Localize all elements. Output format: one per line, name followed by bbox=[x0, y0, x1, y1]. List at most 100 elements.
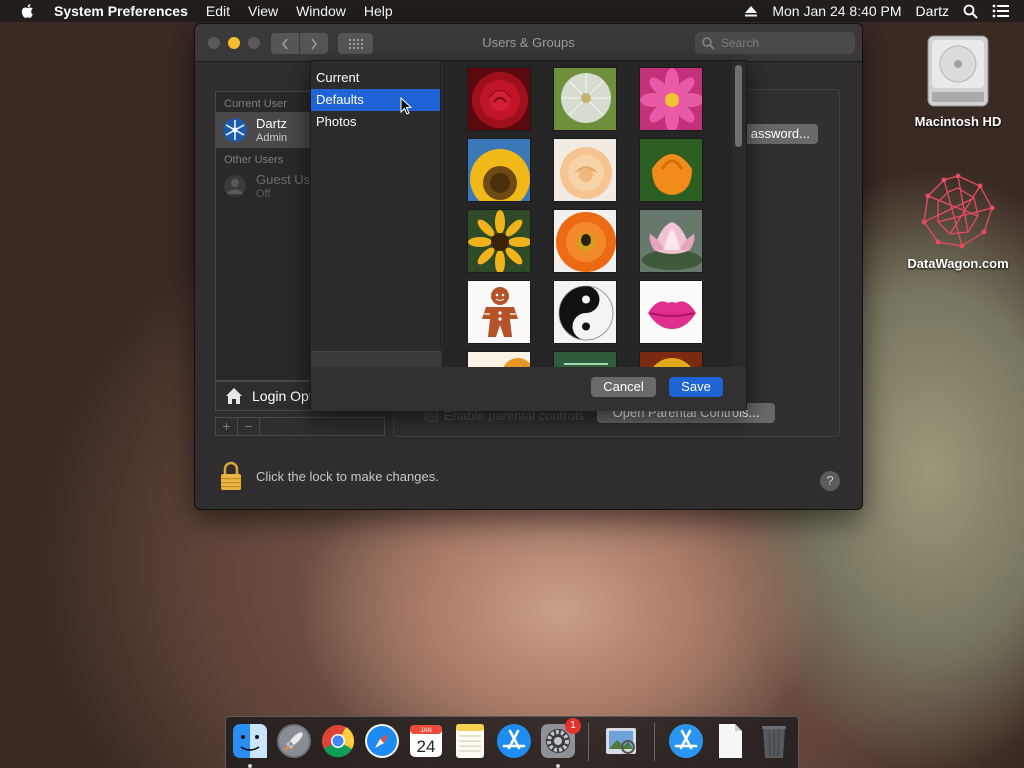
help-button[interactable]: ? bbox=[820, 471, 840, 491]
picture-orange-gerbera[interactable] bbox=[553, 209, 617, 273]
menu-bar: System Preferences Edit View Window Help… bbox=[0, 0, 1024, 22]
desktop-icon-label: DataWagon.com bbox=[907, 256, 1009, 271]
login-options-label: Login Opt bbox=[252, 388, 313, 404]
picture-pink-lotus[interactable] bbox=[639, 209, 703, 273]
launchpad-rocket-icon bbox=[277, 724, 311, 758]
desktop-icon-label: Macintosh HD bbox=[914, 114, 1002, 129]
preview-icon bbox=[606, 728, 636, 754]
user-menu[interactable]: Dartz bbox=[916, 3, 949, 19]
picture-red-rose[interactable] bbox=[467, 67, 531, 131]
dock-preview[interactable] bbox=[602, 722, 640, 760]
picture-partial-1[interactable] bbox=[467, 351, 531, 367]
datawagon-logo-icon bbox=[921, 173, 995, 249]
user-role: Admin bbox=[256, 132, 288, 144]
lock-message: Click the lock to make changes. bbox=[256, 468, 439, 484]
dock-app-store-folder[interactable] bbox=[667, 722, 705, 760]
picture-gingerbread-man[interactable] bbox=[467, 280, 531, 344]
picture-lips[interactable] bbox=[639, 280, 703, 344]
category-current[interactable]: Current bbox=[311, 67, 440, 89]
lock-icon[interactable] bbox=[219, 461, 243, 491]
dock-running-indicator bbox=[556, 764, 560, 768]
picture-partial-3[interactable] bbox=[639, 351, 703, 367]
menu-help[interactable]: Help bbox=[364, 3, 393, 19]
desktop-icon-macintosh-hd[interactable]: Macintosh HD bbox=[903, 32, 1013, 129]
other-users-header: Other Users bbox=[224, 154, 284, 166]
clock[interactable]: Mon Jan 24 8:40 PM bbox=[772, 3, 901, 19]
apple-logo-icon[interactable] bbox=[20, 3, 36, 19]
picker-footer: Cancel Save bbox=[311, 367, 746, 411]
user-name: Dartz bbox=[256, 116, 288, 131]
picture-sunflower[interactable] bbox=[467, 138, 531, 202]
picture-orange-poppy[interactable] bbox=[639, 138, 703, 202]
dock-notes[interactable] bbox=[451, 722, 489, 760]
picture-peach-rose[interactable] bbox=[553, 138, 617, 202]
current-user-header: Current User bbox=[224, 98, 287, 110]
search-field[interactable]: Search bbox=[695, 32, 855, 54]
dock-finder[interactable] bbox=[231, 722, 269, 760]
guest-name: Guest Us bbox=[256, 172, 311, 187]
document-icon bbox=[719, 724, 742, 758]
mouse-cursor-icon bbox=[400, 97, 412, 115]
add-user-button[interactable]: + bbox=[216, 418, 238, 435]
chrome-icon bbox=[322, 725, 355, 758]
safari-compass-icon bbox=[365, 724, 399, 758]
hard-drive-icon bbox=[927, 35, 989, 107]
category-photos[interactable]: Photos bbox=[311, 111, 440, 133]
search-icon bbox=[702, 37, 715, 50]
dock-launchpad[interactable] bbox=[275, 722, 313, 760]
title-bar[interactable]: Users & Groups Search bbox=[195, 24, 862, 62]
scrollbar-thumb[interactable] bbox=[735, 65, 742, 147]
guest-avatar-icon bbox=[224, 175, 246, 197]
picture-yin-yang[interactable] bbox=[553, 280, 617, 344]
menu-edit[interactable]: Edit bbox=[206, 3, 230, 19]
dock-app-store[interactable] bbox=[495, 722, 533, 760]
change-password-button[interactable]: assword... bbox=[735, 124, 818, 144]
app-store-icon bbox=[497, 724, 531, 758]
category-defaults[interactable]: Defaults bbox=[311, 89, 440, 111]
calendar-day: 24 bbox=[417, 737, 436, 756]
spotlight-search-icon[interactable] bbox=[963, 4, 978, 19]
category-list-footer bbox=[311, 351, 441, 367]
notification-center-icon[interactable] bbox=[992, 4, 1010, 18]
add-remove-bar: + − bbox=[215, 417, 385, 436]
picture-dandelion[interactable] bbox=[553, 67, 617, 131]
search-placeholder: Search bbox=[721, 36, 760, 50]
dock-separator bbox=[654, 723, 655, 761]
cancel-button[interactable]: Cancel bbox=[591, 377, 656, 397]
notes-icon bbox=[456, 724, 484, 758]
dock-trash[interactable] bbox=[755, 722, 793, 760]
remove-user-button[interactable]: − bbox=[238, 418, 260, 435]
menu-window[interactable]: Window bbox=[296, 3, 346, 19]
dock-calendar[interactable]: JAN 24 bbox=[407, 722, 445, 760]
finder-icon bbox=[233, 724, 267, 758]
lock-row: Click the lock to make changes. bbox=[219, 461, 439, 491]
dock: JAN 24 1 bbox=[225, 716, 799, 768]
guest-status: Off bbox=[256, 188, 271, 200]
save-button[interactable]: Save bbox=[669, 377, 723, 397]
category-list: Current Defaults Photos bbox=[311, 61, 441, 367]
menu-extras: Mon Jan 24 8:40 PM Dartz bbox=[744, 0, 1024, 22]
dock-system-preferences[interactable]: 1 bbox=[539, 718, 581, 760]
dock-running-indicator bbox=[248, 764, 252, 768]
trash-icon bbox=[762, 726, 786, 758]
calendar-month: JAN bbox=[420, 728, 431, 734]
desktop-icon-datawagon[interactable]: DataWagon.com bbox=[903, 172, 1013, 271]
menu-view[interactable]: View bbox=[248, 3, 278, 19]
dock-document[interactable] bbox=[711, 722, 749, 760]
picture-grid-scrollbar[interactable] bbox=[732, 61, 746, 367]
menu-app-name[interactable]: System Preferences bbox=[54, 3, 188, 19]
picture-grid bbox=[442, 61, 732, 367]
picture-partial-2[interactable] bbox=[553, 351, 617, 367]
picture-pink-dahlia[interactable] bbox=[639, 67, 703, 131]
picture-black-eyed-susan[interactable] bbox=[467, 209, 531, 273]
eject-icon[interactable] bbox=[744, 5, 758, 17]
app-store-icon bbox=[669, 724, 703, 758]
picture-picker-popover: Current Defaults Photos Cancel Save bbox=[310, 60, 747, 411]
notification-badge: 1 bbox=[565, 718, 581, 734]
snowflake-avatar-icon bbox=[223, 118, 247, 142]
dock-separator bbox=[588, 723, 589, 761]
house-icon bbox=[226, 388, 242, 404]
calendar-icon: JAN 24 bbox=[410, 725, 442, 757]
dock-chrome[interactable] bbox=[319, 722, 357, 760]
dock-safari[interactable] bbox=[363, 722, 401, 760]
